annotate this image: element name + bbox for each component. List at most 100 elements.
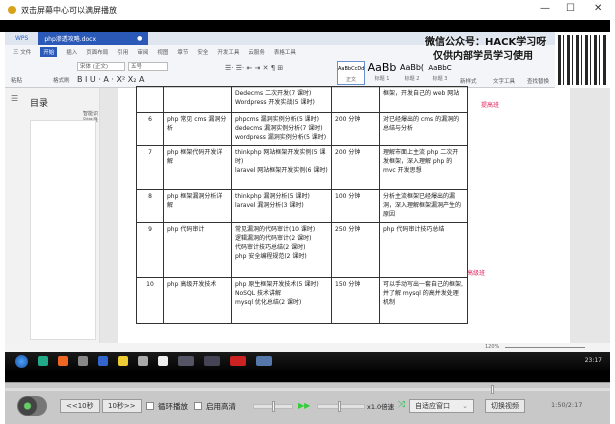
menu-section[interactable]: 章节: [177, 48, 188, 56]
window-fit-select[interactable]: 自适应窗口 ⌄: [409, 399, 474, 413]
new-style-button[interactable]: 新样式: [460, 77, 477, 85]
course-content: Dedecms 二次开发(7 课时) Wordpress 开发实战(5 课时): [231, 86, 332, 113]
taskbar-app-icon[interactable]: [38, 356, 48, 366]
zoom-slider[interactable]: [505, 347, 585, 348]
taskbar-app-icon[interactable]: [138, 356, 148, 366]
style-normal[interactable]: AaBbCcDd 正文: [337, 61, 365, 85]
toc-sidebar: ☰ 目录 智能识别目录: [5, 88, 100, 343]
window-fit-value: 自适应窗口: [415, 402, 450, 410]
text-tools-button[interactable]: 文字工具: [493, 77, 515, 85]
hd-checkbox[interactable]: [194, 402, 202, 410]
rewind-10s-button[interactable]: <<10秒: [60, 399, 100, 413]
content-line: thinkphp 漏洞分析(5 课时): [235, 193, 310, 200]
font-size-select[interactable]: 五号: [128, 62, 168, 71]
menu-cloud[interactable]: 云服务: [248, 48, 265, 56]
speed-slider[interactable]: [317, 401, 365, 412]
level-label: 提高班: [481, 102, 500, 109]
taskbar-app-icon[interactable]: [204, 356, 220, 366]
loop-checkbox[interactable]: [146, 402, 154, 410]
taskbar-app-icon[interactable]: [158, 356, 168, 366]
taskbar-app-icon[interactable]: [256, 356, 272, 366]
taskbar-app-icon[interactable]: [178, 356, 194, 366]
style-heading-2[interactable]: AaBb(标题 2: [398, 61, 426, 85]
content-line: laravel 网站框架开发实例(6 课时): [235, 167, 328, 174]
menu-home[interactable]: 开始: [40, 46, 58, 57]
course-table: Dedecms 二次开发(7 课时) Wordpress 开发实战(5 课时) 框架…: [136, 86, 468, 324]
maximize-button[interactable]: ☐: [566, 3, 575, 14]
content-line: thinkphp 网站框架开发实例(5 课时): [235, 149, 326, 165]
course-content: thinkphp 网站框架开发实例(5 课时) laravel 网站框架开发实例(…: [231, 145, 332, 190]
style-heading-1[interactable]: AaBb 标题 1: [367, 61, 397, 85]
shuffle-icon: ⤨: [398, 400, 406, 410]
watermark: 微信公众号：HACK学习呀 仅供内部学员学习使用: [425, 36, 546, 64]
table-row: Dedecms 二次开发(7 课时) Wordpress 开发实战(5 课时) 框架…: [136, 86, 468, 113]
course-topic: [163, 86, 232, 113]
taskbar-clock: 23:17: [584, 357, 602, 364]
taskbar-app-icon[interactable]: [98, 356, 108, 366]
style-name: 正文: [345, 77, 356, 83]
font-select[interactable]: 宋体 (正文): [77, 62, 125, 71]
menu-view[interactable]: 视图: [157, 48, 168, 56]
menu-review[interactable]: 审阅: [137, 48, 148, 56]
menu-file[interactable]: 三 文件: [13, 48, 31, 56]
document-tab[interactable]: php渗透攻略.docx ●: [38, 32, 149, 45]
font-format-icons[interactable]: B I U · A · X² X₂ A: [77, 75, 144, 84]
course-topic: php 高级开发技术: [163, 277, 232, 324]
course-content: thinkphp 漏洞分析(5 课时) laravel 漏洞分析(3 课时): [231, 189, 332, 223]
table-row: 7 php 框架代码开发详解 thinkphp 网站框架开发实例(5 课时) lara…: [136, 145, 468, 190]
volume-slider[interactable]: [253, 401, 293, 412]
window-title: 双击屏幕中心可以满屏播放: [21, 5, 117, 15]
menu-layout[interactable]: 页面布局: [86, 48, 108, 56]
menu-insert[interactable]: 插入: [66, 48, 77, 56]
style-sample: AaBbCcDd: [338, 66, 365, 72]
paragraph-icons[interactable]: ☰· ☰· ⇤ ⇥ ✕ ¶ ⊞: [225, 64, 283, 72]
row-number: [136, 86, 164, 113]
zoom-level[interactable]: 120%: [485, 343, 499, 352]
menu-security[interactable]: 安全: [197, 48, 208, 56]
chevron-down-icon: ⌄: [462, 402, 468, 410]
switch-video-button[interactable]: 切换视频: [485, 399, 525, 413]
content-line: 代码审计技巧总结(2 课时): [235, 244, 306, 251]
video-letterbox: [5, 370, 610, 382]
loop-label: 循环播放: [158, 402, 188, 411]
content-line: NoSQL 技术讲解: [235, 290, 281, 297]
row-number: 9: [136, 222, 164, 278]
content-line: Dedecms 二次开发(7 课时): [235, 90, 312, 97]
close-button[interactable]: ✕: [594, 3, 602, 14]
level-label: 高级班: [467, 270, 486, 277]
menu-developer[interactable]: 开发工具: [217, 48, 239, 56]
minimize-button[interactable]: —: [540, 3, 550, 14]
format-painter-button[interactable]: 格式刷: [53, 76, 70, 84]
toc-panel: [30, 120, 96, 340]
menu-references[interactable]: 引用: [117, 48, 128, 56]
window-border: [610, 20, 615, 382]
menu-table-tools[interactable]: 表格工具: [274, 48, 296, 56]
wps-home-tab[interactable]: WPS: [5, 35, 38, 42]
course-goal: 框架，开发自己的 web 网站: [379, 86, 468, 113]
progress-thumb[interactable]: [490, 385, 494, 394]
close-tab-icon[interactable]: ●: [137, 35, 142, 42]
document-tab-label: php渗透攻略.docx: [44, 36, 97, 43]
find-replace-button[interactable]: 查找替换: [527, 77, 549, 85]
paste-button[interactable]: 粘贴: [11, 76, 22, 84]
style-heading-3[interactable]: AaBbC 标题 3: [427, 61, 453, 85]
player-logo-icon: [17, 396, 47, 416]
course-goal: 理解市面上主流 php 二次开发框架，深入理解 php 的 mvc 开发思想: [379, 145, 468, 190]
taskbar-app-icon[interactable]: [118, 356, 128, 366]
course-topic: php 框架漏洞分析详解: [163, 189, 232, 223]
taskbar-app-icon[interactable]: [78, 356, 88, 366]
course-goal: 分析主流框架已经爆出的漏洞，深入理解框架漏洞产生的原因: [379, 189, 468, 223]
toc-icon[interactable]: ☰: [11, 94, 18, 103]
qr-code: [555, 32, 610, 88]
start-button-icon[interactable]: [15, 354, 28, 368]
content-line: php 原生框架开发技术(5 课时): [235, 281, 319, 288]
row-number: 10: [136, 277, 164, 324]
content-line: Wordpress 开发实战(5 课时): [235, 99, 315, 106]
forward-10s-button[interactable]: 10秒>>: [102, 399, 142, 413]
taskbar-app-icon[interactable]: [58, 356, 68, 366]
video-progress-bar[interactable]: [5, 385, 610, 394]
style-name: 标题 2: [404, 76, 420, 82]
taskbar-app-icon[interactable]: [230, 356, 246, 366]
course-duration: [331, 86, 380, 113]
course-goal: php 代码审计技巧总结: [379, 222, 468, 278]
